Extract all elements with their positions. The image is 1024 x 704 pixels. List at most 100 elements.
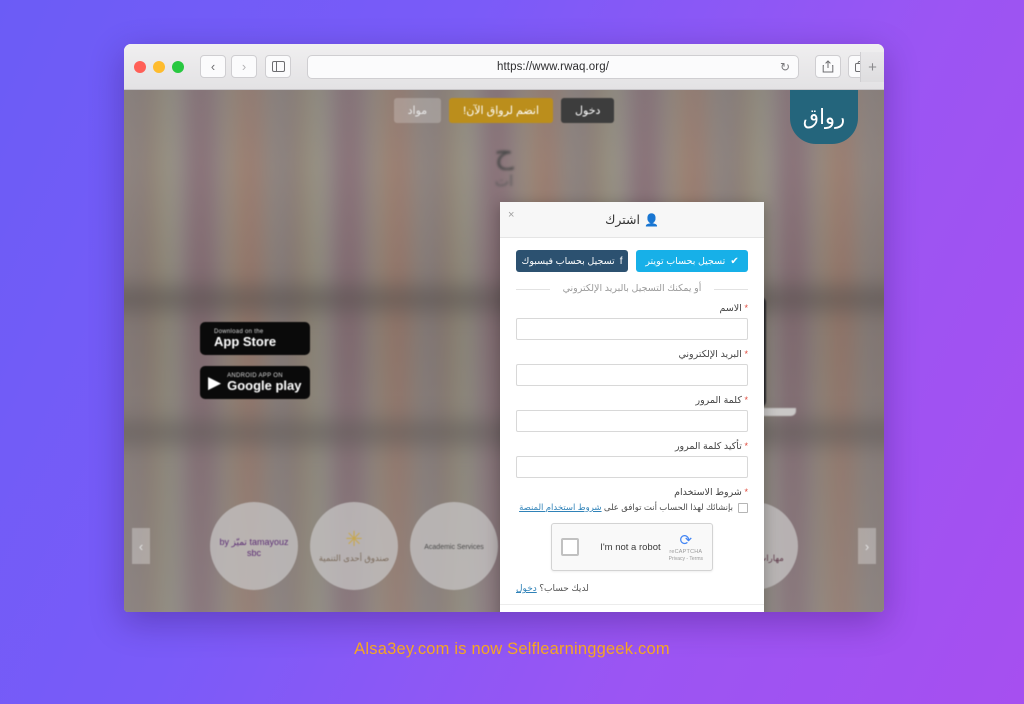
social-signup-row: ✔ تسجيل بحساب تويتر f تسجيل بحساب فيسبوك <box>516 250 748 272</box>
close-icon[interactable]: × <box>508 209 514 221</box>
terms-text-before: بإنشائك لهذا الحساب أنت توافق على <box>601 502 733 512</box>
hero-subtitle: ات <box>494 173 514 190</box>
google-play-badge[interactable]: ▶ ANDROID APP ON Google play <box>200 366 310 399</box>
twitter-signup-button[interactable]: ✔ تسجيل بحساب تويتر <box>636 250 748 272</box>
confirm-password-field-group: * تأكيد كلمة المرور <box>516 441 748 478</box>
carousel-prev-button[interactable]: ‹ <box>858 528 876 564</box>
terms-link[interactable]: شروط استخدام المنصة <box>519 502 601 512</box>
terms-checkbox[interactable] <box>738 502 748 513</box>
have-account-text: لديك حساب؟ <box>536 583 589 593</box>
facebook-icon: f <box>619 255 623 267</box>
name-field-label: * الاسم <box>516 303 749 314</box>
navigation-buttons: ‹ › <box>200 55 257 78</box>
caption-text: Alsa3ey.com is now Selflearninggeek.com <box>354 640 670 658</box>
confirm-password-field-label: * تأكيد كلمة المرور <box>516 441 748 452</box>
terms-label-text: شروط الاستخدام <box>674 487 742 498</box>
name-input[interactable] <box>516 318 748 340</box>
rwaq-logo[interactable]: رواق <box>790 90 858 144</box>
name-field-group: * الاسم <box>516 303 748 340</box>
modal-header: × 👤 اشترك <box>500 202 764 238</box>
recaptcha-widget[interactable]: I'm not a robot ⟳ reCAPTCHA Privacy - Te… <box>551 523 713 571</box>
back-button[interactable]: ‹ <box>200 55 226 78</box>
carousel-next-button[interactable]: › <box>132 528 150 564</box>
partner-label: tamayouz تميّز by sbc <box>219 537 289 558</box>
password-field-label: * كلمة المرور <box>516 395 749 406</box>
partner-logo[interactable]: Academic Services <box>410 502 498 590</box>
name-label-text: الاسم <box>719 303 742 314</box>
required-marker: * <box>744 303 748 313</box>
login-link[interactable]: دخول <box>516 583 537 593</box>
have-account-row: لديك حساب؟ دخول <box>516 583 748 594</box>
required-marker: * <box>744 487 748 497</box>
share-icon <box>822 60 834 73</box>
app-store-badge-text: Download on the App Store <box>214 329 276 349</box>
facebook-signup-label: تسجيل بحساب فيسبوك <box>521 255 615 267</box>
browser-window: ‹ › https://www.rwaq.org/ ↻ + دخول انضم … <box>124 44 884 612</box>
close-window-button[interactable] <box>134 60 146 73</box>
email-field-group: * البريد الإلكتروني <box>516 349 748 386</box>
confirm-password-label-text: تأكيد كلمة المرور <box>674 441 742 452</box>
terms-field-group: * شروط الاستخدام بإنشائك لهذا الحساب أنت… <box>516 487 748 513</box>
twitter-signup-label: تسجيل بحساب تويتر <box>645 255 726 267</box>
recaptcha-branding: ⟳ reCAPTCHA Privacy - Terms <box>669 533 703 562</box>
app-store-badge-bottom: App Store <box>214 333 277 349</box>
modal-body: ✔ تسجيل بحساب تويتر f تسجيل بحساب فيسبوك… <box>500 238 764 604</box>
chevron-right-icon: › <box>241 59 247 74</box>
screenshot-stage: ‹ › https://www.rwaq.org/ ↻ + دخول انضم … <box>0 0 1024 704</box>
password-label-text: كلمة المرور <box>695 395 742 406</box>
chevron-left-icon: ‹ <box>210 59 216 74</box>
forward-button[interactable]: › <box>231 55 257 78</box>
browser-toolbar: ‹ › https://www.rwaq.org/ ↻ + <box>124 44 884 90</box>
partner-label: Academic Services <box>424 544 484 551</box>
email-field-label: * البريد الإلكتروني <box>516 349 748 360</box>
hero-title: ح <box>494 137 514 170</box>
facebook-signup-button[interactable]: f تسجيل بحساب فيسبوك <box>516 250 628 272</box>
email-divider-text: أو يمكنك التسجيل بالبريد الإلكتروني <box>516 283 748 294</box>
site-nav-join-button[interactable]: انضم لرواق الآن! <box>449 98 554 123</box>
modal-title: اشترك <box>605 213 640 227</box>
terms-agreement-row: بإنشائك لهذا الحساب أنت توافق على شروط ا… <box>516 502 748 513</box>
address-bar[interactable]: https://www.rwaq.org/ ↻ <box>307 54 799 79</box>
email-input[interactable] <box>516 364 748 386</box>
page-viewport: دخول انضم لرواق الآن! مواد رواق ح ات Dow… <box>124 90 884 612</box>
recaptcha-logo-icon: ⟳ <box>679 531 693 549</box>
app-store-badges: Download on the App Store ▶ ANDROID APP … <box>200 322 310 399</box>
reload-icon[interactable]: ↻ <box>780 60 790 74</box>
partner-logo[interactable]: tamayouz تميّز by sbc <box>210 502 298 590</box>
terms-agreement-text: بإنشائك لهذا الحساب أنت توافق على شروط ا… <box>519 502 733 513</box>
modal-footer: اشترك إلغاء <box>500 604 764 612</box>
play-triangle-icon: ▶ <box>208 373 222 392</box>
site-nav-login-button[interactable]: دخول <box>561 98 615 123</box>
google-play-badge-text: ANDROID APP ON Google play <box>227 373 301 393</box>
twitter-icon: ✔ <box>730 255 739 267</box>
minimize-window-button[interactable] <box>153 60 165 73</box>
sidebar-icon <box>271 61 285 72</box>
app-store-badge[interactable]: Download on the App Store <box>200 322 310 355</box>
password-input[interactable] <box>516 410 748 432</box>
user-signup-icon: 👤 <box>643 212 659 227</box>
share-button[interactable] <box>815 55 841 78</box>
site-nav-courses-button[interactable]: مواد <box>393 98 442 123</box>
required-marker: * <box>744 441 748 451</box>
required-marker: * <box>744 395 748 405</box>
window-controls <box>134 60 184 73</box>
partner-label: صندوق أحدى التنمية <box>318 552 390 563</box>
google-play-badge-bottom: Google play <box>227 377 302 393</box>
new-tab-button[interactable]: + <box>860 52 884 82</box>
email-label-text: البريد الإلكتروني <box>678 349 742 360</box>
recaptcha-policy-links[interactable]: Privacy - Terms <box>669 556 703 562</box>
recaptcha-label: I'm not a robot <box>600 541 661 553</box>
partner-mark-icon: ✳ <box>345 527 363 551</box>
partner-logo[interactable]: ✳ صندوق أحدى التنمية <box>310 502 398 590</box>
sidebar-toggle-button[interactable] <box>265 55 291 78</box>
confirm-password-input[interactable] <box>516 456 748 478</box>
captcha-wrapper: I'm not a robot ⟳ reCAPTCHA Privacy - Te… <box>516 523 748 571</box>
site-navigation: دخول انضم لرواق الآن! مواد <box>124 98 884 123</box>
required-marker: * <box>744 349 748 359</box>
url-text: https://www.rwaq.org/ <box>496 60 610 73</box>
recaptcha-brand-name: reCAPTCHA <box>669 548 703 555</box>
recaptcha-checkbox[interactable] <box>561 538 579 556</box>
maximize-window-button[interactable] <box>172 60 184 73</box>
signup-modal: × 👤 اشترك ✔ تسجيل بحساب تويتر f تسجيل بح… <box>500 202 764 612</box>
plus-icon: + <box>868 58 877 76</box>
